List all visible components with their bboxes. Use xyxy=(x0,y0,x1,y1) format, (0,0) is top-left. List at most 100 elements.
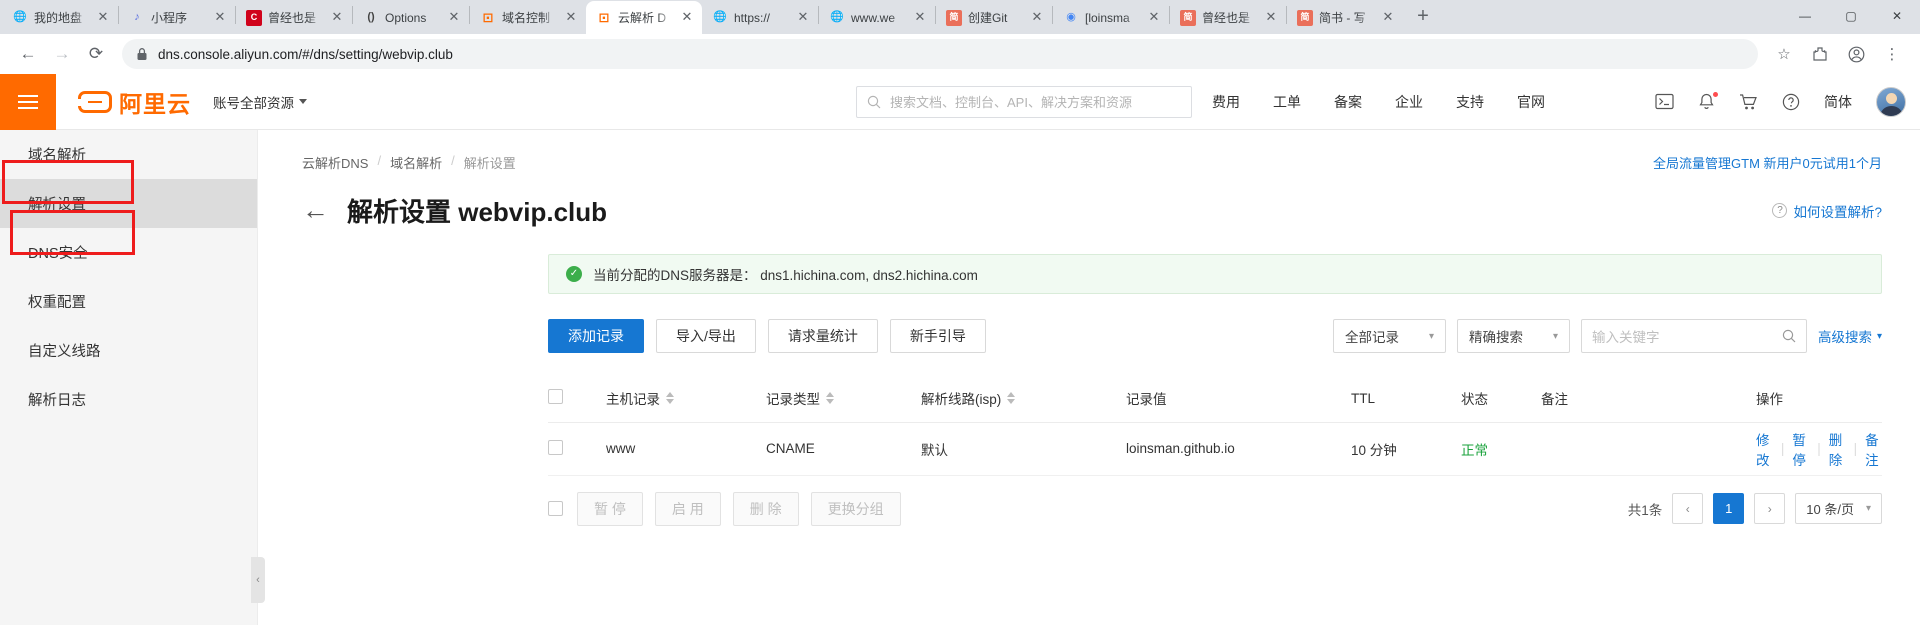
close-icon[interactable]: ✕ xyxy=(795,10,811,26)
header-nav-item[interactable]: 支持 xyxy=(1456,92,1484,112)
next-page-button[interactable]: › xyxy=(1754,493,1786,524)
toolbar-button[interactable]: 新手引导 xyxy=(889,319,986,353)
column-header-line[interactable]: 解析线路(isp) xyxy=(921,375,1126,423)
browser-tab[interactable]: ♪ 小程序 ✕ xyxy=(119,1,235,34)
row-action-link[interactable]: 备注 xyxy=(1865,429,1882,469)
back-icon[interactable]: ← xyxy=(12,38,44,70)
keyword-search-input[interactable]: 输入关键字 xyxy=(1580,319,1807,353)
match-mode-filter[interactable]: 精确搜索 ▾ xyxy=(1456,319,1570,353)
header-nav-item[interactable]: 官网 xyxy=(1517,92,1545,112)
advanced-search-toggle[interactable]: 高级搜索 ▾ xyxy=(1818,326,1882,346)
header-nav-item[interactable]: 工单 xyxy=(1273,92,1301,112)
close-icon[interactable]: ✕ xyxy=(329,10,345,26)
browser-tab[interactable]: 简曾经也是 ✕ xyxy=(1170,1,1286,34)
language-switch[interactable]: 简体 xyxy=(1824,92,1852,112)
global-search-input[interactable]: 搜索文档、控制台、API、解决方案和资源 xyxy=(856,85,1192,118)
profile-icon[interactable] xyxy=(1840,38,1872,70)
close-icon[interactable]: ✕ xyxy=(912,10,928,26)
sidebar-item[interactable]: 自定义线路 xyxy=(0,326,257,375)
breadcrumb-separator: / xyxy=(451,153,455,168)
sidebar-item[interactable]: DNS安全 xyxy=(0,228,257,277)
row-action-link[interactable]: 暂停 xyxy=(1792,429,1809,469)
breadcrumb-item[interactable]: 云解析DNS xyxy=(302,153,368,172)
account-scope-selector[interactable]: 账号全部资源 xyxy=(213,92,307,112)
bell-icon[interactable] xyxy=(1698,91,1718,111)
bulk-action-button[interactable]: 删 除 xyxy=(732,491,799,526)
bulk-select-checkbox[interactable] xyxy=(548,501,563,516)
close-icon[interactable]: ✕ xyxy=(212,10,228,26)
sidebar-item[interactable]: 解析日志 xyxy=(0,375,257,424)
sort-icon[interactable] xyxy=(666,392,674,405)
back-arrow-icon[interactable]: ← xyxy=(302,197,329,224)
close-icon[interactable]: ✕ xyxy=(446,10,462,26)
cart-icon[interactable] xyxy=(1739,93,1758,111)
browser-tab[interactable]: ⊡ 域名控制 ✕ xyxy=(470,1,586,34)
browser-menu-icon[interactable]: ⋮ xyxy=(1876,38,1908,70)
record-type-filter[interactable]: 全部记录 ▾ xyxy=(1332,319,1446,353)
promo-link[interactable]: 全局流量管理GTM 新用户0元试用1个月 xyxy=(1653,153,1882,172)
toolbar-button[interactable]: 添加记录 xyxy=(548,319,644,353)
row-action-link[interactable]: 修改 xyxy=(1756,429,1773,469)
column-header-host[interactable]: 主机记录 xyxy=(606,375,766,423)
page-1-button[interactable]: 1 xyxy=(1713,493,1745,524)
window-close-button[interactable]: ✕ xyxy=(1874,0,1920,32)
global-search-placeholder: 搜索文档、控制台、API、解决方案和资源 xyxy=(890,95,1132,110)
header-nav-item[interactable]: 费用 xyxy=(1212,92,1240,112)
browser-tab[interactable]: 简简书 - 写 ✕ xyxy=(1287,1,1403,34)
window-maximize-button[interactable]: ▢ xyxy=(1828,0,1874,32)
browser-tab-active[interactable]: ⊡ 云解析 D ✕ xyxy=(586,1,702,34)
row-checkbox[interactable] xyxy=(548,439,563,455)
close-icon[interactable]: ✕ xyxy=(563,10,579,26)
cell-ttl-text: 10 分钟 xyxy=(1351,442,1397,458)
prev-page-button[interactable]: ‹ xyxy=(1672,493,1704,524)
puzzle-icon[interactable] xyxy=(1804,38,1836,70)
close-icon[interactable]: ✕ xyxy=(679,10,695,26)
toolbar-button[interactable]: 导入/导出 xyxy=(656,319,756,353)
toolbar-button[interactable]: 请求量统计 xyxy=(767,319,878,353)
new-tab-button[interactable]: + xyxy=(1409,3,1437,31)
header-nav-item[interactable]: 企业 xyxy=(1395,92,1423,112)
select-all-checkbox[interactable] xyxy=(548,389,563,405)
browser-tab[interactable]: () Options ✕ xyxy=(353,1,469,34)
help-icon[interactable] xyxy=(1782,93,1800,111)
bulk-action-button[interactable]: 暂 停 xyxy=(577,491,643,526)
browser-tab[interactable]: 简创建Git ✕ xyxy=(936,1,1052,34)
browser-tab[interactable]: 🌐 https:// ✕ xyxy=(702,1,818,34)
reload-icon[interactable]: ⟳ xyxy=(80,38,112,70)
browser-tab[interactable]: 🌐 我的地盘 ✕ xyxy=(2,1,118,34)
terminal-icon[interactable] xyxy=(1655,93,1674,110)
browser-tab[interactable]: C 曾经也是 ✕ xyxy=(236,1,352,34)
advanced-search-label: 高级搜索 xyxy=(1817,330,1872,345)
column-header-type[interactable]: 记录类型 xyxy=(766,375,921,423)
page-size-selector[interactable]: 10 条/页 ▾ xyxy=(1795,493,1882,524)
row-action-link[interactable]: 删除 xyxy=(1829,429,1846,469)
hamburger-icon[interactable] xyxy=(0,73,56,130)
sort-icon[interactable] xyxy=(1007,392,1016,405)
sort-icon[interactable] xyxy=(826,392,834,405)
sidebar-item[interactable]: 域名解析 xyxy=(0,130,257,179)
how-to-setup-link[interactable]: ? 如何设置解析? xyxy=(1772,201,1882,221)
address-bar[interactable]: dns.console.aliyun.com/#/dns/setting/web… xyxy=(122,39,1758,69)
bulk-action-button[interactable]: 启 用 xyxy=(654,491,721,526)
avatar[interactable] xyxy=(1876,86,1906,117)
close-icon[interactable]: ✕ xyxy=(1029,10,1045,26)
header-nav: 费用 工单 备案 企业 支持 官网 xyxy=(1212,92,1545,112)
breadcrumb-item[interactable]: 域名解析 xyxy=(390,153,442,172)
search-icon[interactable] xyxy=(1782,329,1796,343)
browser-tab[interactable]: 🌐 www.we ✕ xyxy=(819,1,935,34)
window-minimize-button[interactable]: — xyxy=(1782,0,1828,32)
bulk-action-button[interactable]: 更换分组 xyxy=(810,491,901,526)
bookmark-star-icon[interactable]: ☆ xyxy=(1768,38,1800,70)
header-nav-item[interactable]: 备案 xyxy=(1334,92,1362,112)
close-icon[interactable]: ✕ xyxy=(1263,10,1279,26)
forward-icon[interactable]: → xyxy=(46,38,78,70)
close-icon[interactable]: ✕ xyxy=(95,10,111,26)
aliyun-logo[interactable]: 阿里云 xyxy=(78,85,191,119)
close-icon[interactable]: ✕ xyxy=(1380,10,1396,26)
sidebar-item[interactable]: 解析设置 xyxy=(0,179,257,228)
sidebar-collapse-button[interactable]: ‹ xyxy=(251,557,265,603)
sidebar-item[interactable]: 权重配置 xyxy=(0,277,257,326)
browser-tab[interactable]: ◉ [loinsma ✕ xyxy=(1053,1,1169,34)
close-icon[interactable]: ✕ xyxy=(1146,10,1162,26)
chrome-icon: ◉ xyxy=(1066,11,1076,23)
